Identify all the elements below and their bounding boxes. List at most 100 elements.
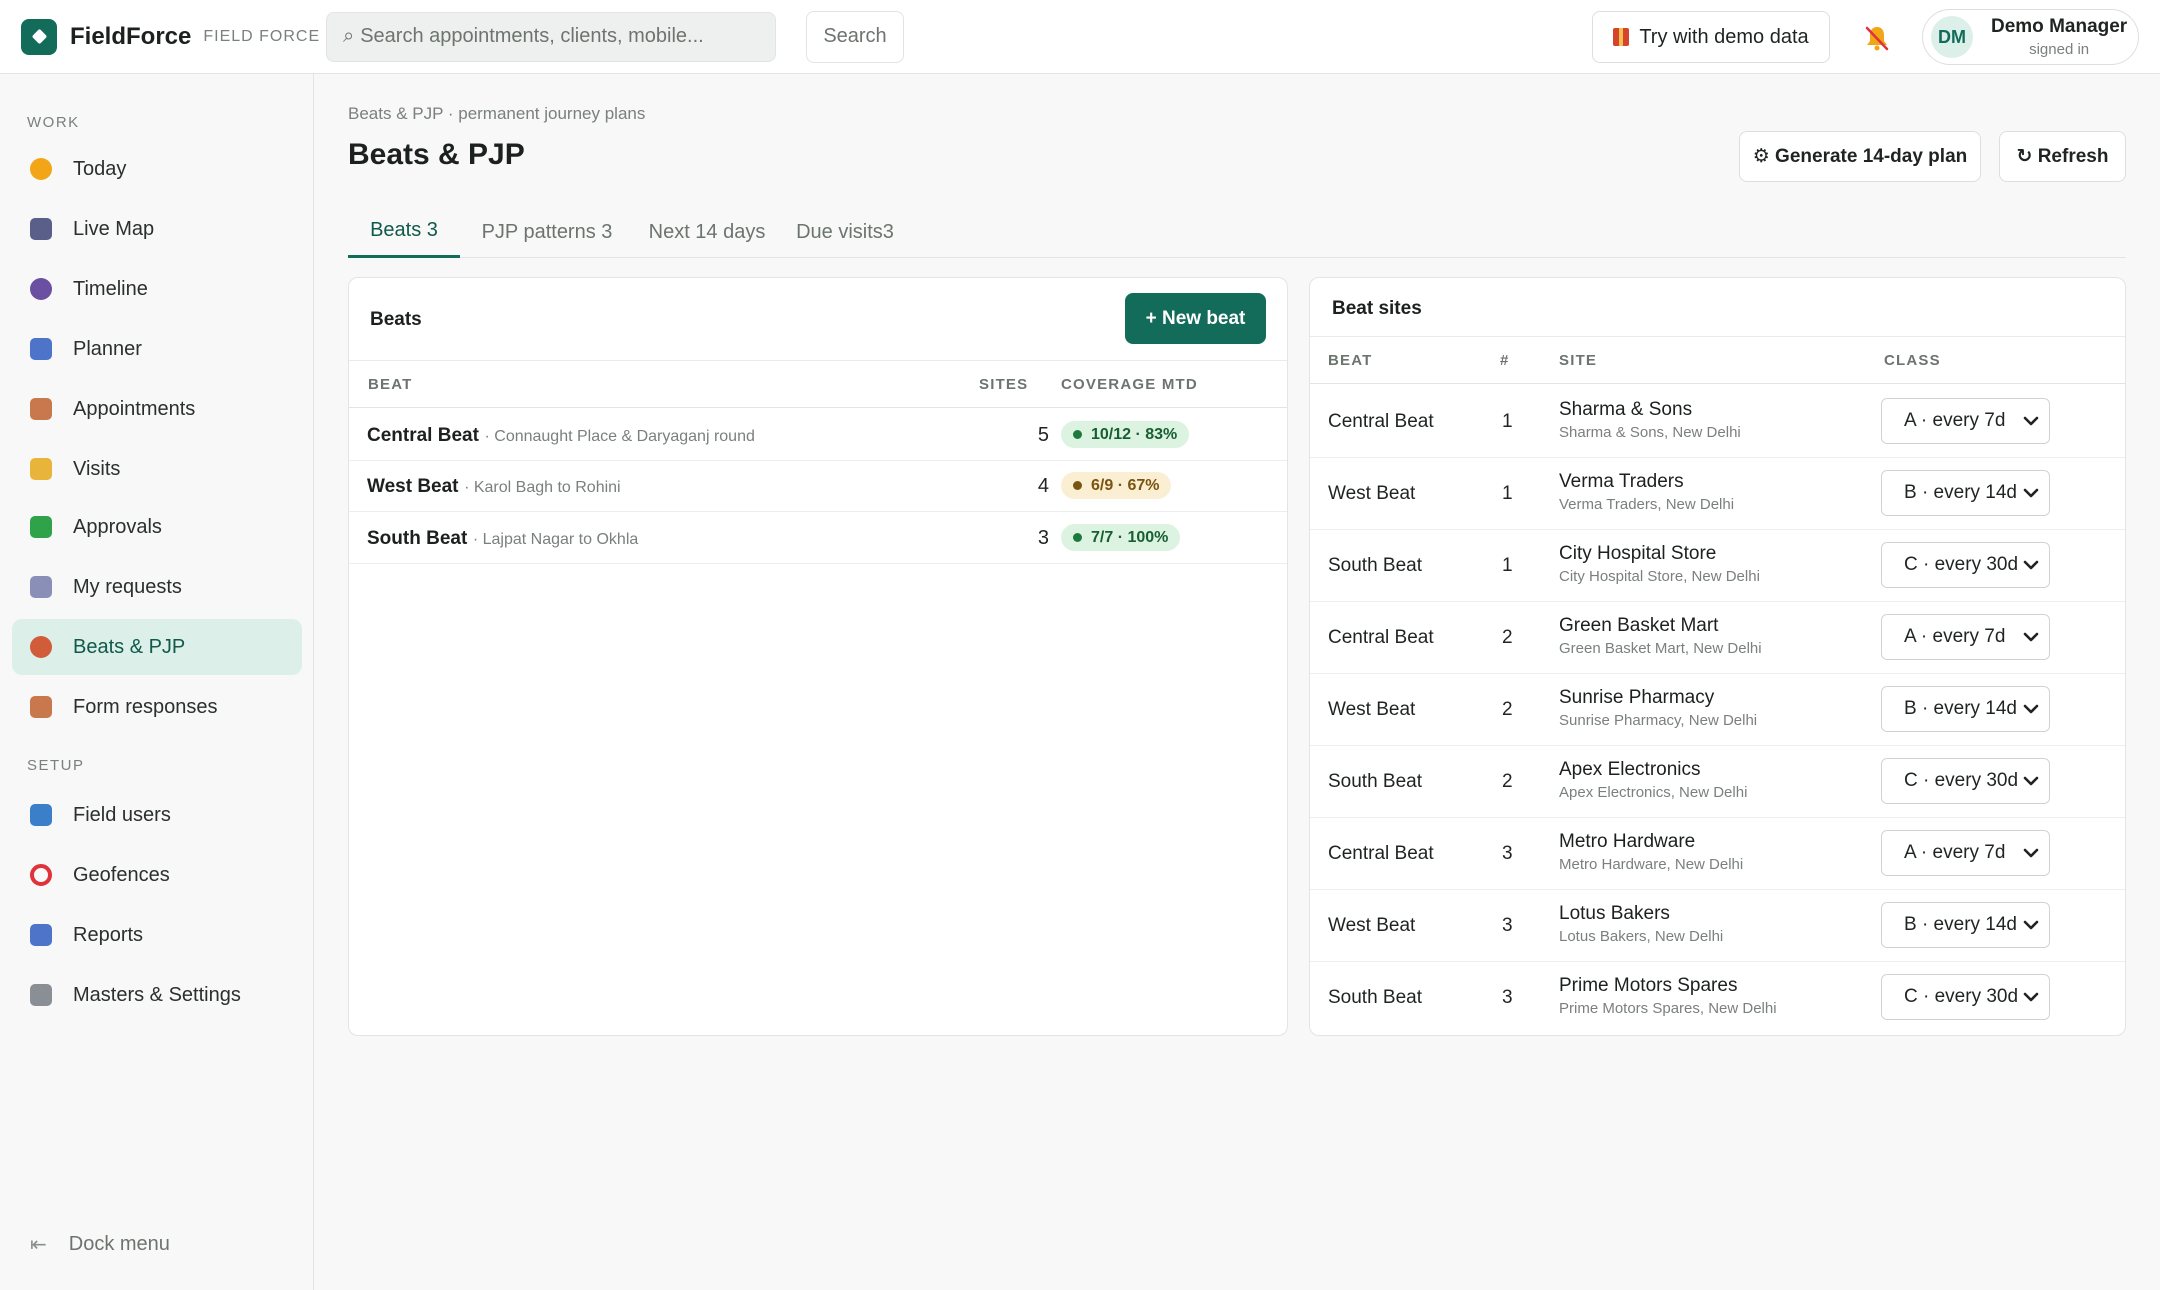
- beat-sites-count: 4: [1037, 475, 1049, 497]
- class-select[interactable]: A · every 7d: [1881, 830, 2050, 876]
- beats-table-row[interactable]: West Beat · Karol Bagh to Rohini 4 6/9 · 6…: [349, 460, 1287, 512]
- sidebar-item-label: Form responses: [73, 695, 218, 718]
- sidebar-item-visits[interactable]: Visits: [12, 441, 302, 497]
- sidebar-item-reports[interactable]: Reports: [12, 907, 302, 963]
- chevron-down-icon: [2023, 416, 2039, 426]
- user-status: signed in: [2029, 41, 2090, 58]
- sidebar-item-form-responses[interactable]: Form responses: [12, 679, 302, 735]
- beat-sites-table-row: South Beat 3 Prime Motors Spares Prime Moto…: [1310, 962, 2125, 1034]
- beats-table-row[interactable]: Central Beat · Connaught Place & Daryaga…: [349, 409, 1287, 461]
- beat-sites-table-row: West Beat 1 Verma Traders Verma Traders, Ne…: [1310, 458, 2125, 530]
- class-select[interactable]: B · every 14d: [1881, 686, 2050, 732]
- class-select-value: A · every 7d: [1904, 842, 2006, 863]
- class-select[interactable]: A · every 7d: [1881, 398, 2050, 444]
- generate-plan-button[interactable]: ⚙ Generate 14-day plan: [1739, 131, 1981, 182]
- notifications-off-icon[interactable]: [1863, 24, 1891, 52]
- class-select[interactable]: A · every 7d: [1881, 614, 2050, 660]
- refresh-button[interactable]: ↻ Refresh: [1999, 131, 2126, 182]
- chevron-down-icon: [2023, 776, 2039, 786]
- gift-icon: [1613, 28, 1630, 46]
- beat-name: Central Beat: [367, 425, 479, 446]
- site-beat-name: Central Beat: [1328, 843, 1434, 864]
- sidebar-item-live-map[interactable]: Live Map: [12, 201, 302, 257]
- site-order-number: 2: [1502, 771, 1513, 792]
- site-name: Lotus Bakers: [1559, 903, 1670, 924]
- user-name: Demo Manager: [1991, 16, 2128, 37]
- beats-table-row[interactable]: South Beat · Lajpat Nagar to Okhla 3 7/7 ·…: [349, 512, 1287, 564]
- sidebar-item-label: My requests: [73, 575, 182, 598]
- beat-sites-table-row: West Beat 3 Lotus Bakers Lotus Bakers, New …: [1310, 890, 2125, 962]
- col-class: CLASS: [1884, 352, 1941, 369]
- site-beat-name: Central Beat: [1328, 627, 1434, 648]
- col-number: #: [1500, 352, 1510, 369]
- col-beat: BEAT: [368, 376, 413, 393]
- brand[interactable]: FieldForce FIELD FORCE: [21, 18, 326, 55]
- sidebar-item-my-requests[interactable]: My requests: [12, 559, 302, 615]
- tab-due-visits[interactable]: Due visits3: [792, 206, 898, 258]
- class-select-value: B · every 14d: [1904, 698, 2017, 719]
- tab-bar: Beats 3 PJP patterns 3 Next 14 days Due …: [348, 206, 2126, 258]
- beat-sites-card-title: Beat sites: [1332, 298, 1422, 319]
- site-beat-name: South Beat: [1328, 987, 1423, 1008]
- sidebar-item-label: Live Map: [73, 217, 155, 240]
- sidebar-item-approvals[interactable]: Approvals: [12, 499, 302, 555]
- tab-beats[interactable]: Beats 3: [348, 206, 460, 258]
- sidebar-item-today[interactable]: Today: [12, 141, 302, 197]
- class-select[interactable]: B · every 14d: [1881, 902, 2050, 948]
- tab-next-14-days[interactable]: Next 14 days: [648, 206, 766, 258]
- sidebar-item-timeline[interactable]: Timeline: [12, 261, 302, 317]
- sidebar-item-label: Visits: [73, 457, 121, 480]
- sidebar-item-beats-pjp[interactable]: Beats & PJP: [12, 619, 302, 675]
- sun-icon: [30, 158, 52, 180]
- demo-data-button[interactable]: Try with demo data: [1592, 11, 1830, 63]
- site-beat-name: West Beat: [1328, 699, 1416, 720]
- beat-sites-table-row: South Beat 2 Apex Electronics Apex Electron…: [1310, 746, 2125, 818]
- beat-name: West Beat: [367, 476, 459, 497]
- beat-description: · Connaught Place & Daryaganj round: [484, 428, 755, 445]
- site-address: Sharma & Sons, New Delhi: [1559, 424, 1741, 441]
- sidebar-item-planner[interactable]: Planner: [12, 321, 302, 377]
- site-order-number: 2: [1502, 627, 1513, 648]
- beat-sites-count: 5: [1037, 424, 1049, 446]
- chevron-down-icon: [2023, 920, 2039, 930]
- stopwatch-icon: [30, 278, 52, 300]
- site-address: Verma Traders, New Delhi: [1559, 496, 1735, 513]
- breadcrumb: Beats & PJP · permanent journey plans: [348, 104, 646, 123]
- site-address: Green Basket Mart, New Delhi: [1559, 640, 1762, 657]
- dock-menu-button[interactable]: ⇤ Dock menu: [30, 1232, 170, 1257]
- class-select[interactable]: C · every 30d: [1881, 758, 2050, 804]
- site-address: Metro Hardware, New Delhi: [1559, 856, 1744, 873]
- search-input[interactable]: ⌕ Search appointments, clients, mobile..…: [326, 11, 776, 62]
- receipt-icon: [30, 576, 52, 598]
- beat-description: · Karol Bagh to Rohini: [464, 479, 621, 496]
- user-menu[interactable]: DM Demo Manager signed in: [1922, 9, 2139, 65]
- demo-data-label: Try with demo data: [1639, 25, 1809, 48]
- calendar-icon: [30, 338, 52, 360]
- sidebar-item-geofences[interactable]: Geofences: [12, 847, 302, 903]
- chevron-down-icon: [2023, 560, 2039, 570]
- tab-pjp-patterns[interactable]: PJP patterns 3: [472, 206, 622, 258]
- sidebar-item-field-users[interactable]: Field users: [12, 787, 302, 843]
- site-order-number: 2: [1502, 699, 1513, 720]
- sidebar-item-masters-settings[interactable]: Masters & Settings: [12, 967, 302, 1023]
- beat-sites-table-row: Central Beat 1 Sharma & Sons Sharma & Sons,…: [1310, 386, 2125, 458]
- site-beat-name: West Beat: [1328, 483, 1416, 504]
- chevron-down-icon: [2023, 992, 2039, 1002]
- page-title: Beats & PJP: [348, 138, 525, 171]
- site-address: Sunrise Pharmacy, New Delhi: [1559, 712, 1758, 729]
- class-select[interactable]: C · every 30d: [1881, 974, 2050, 1020]
- status-dot-icon: [1073, 430, 1082, 439]
- site-name: Apex Electronics: [1559, 759, 1701, 780]
- sidebar-item-appointments[interactable]: Appointments: [12, 381, 302, 437]
- class-select[interactable]: B · every 14d: [1881, 470, 2050, 516]
- class-select[interactable]: C · every 30d: [1881, 542, 2050, 588]
- chevron-down-icon: [2023, 632, 2039, 642]
- site-order-number: 3: [1502, 843, 1513, 864]
- site-beat-name: South Beat: [1328, 771, 1423, 792]
- new-beat-button[interactable]: + New beat: [1125, 293, 1266, 344]
- class-select-value: A · every 7d: [1904, 626, 2006, 647]
- satellite-icon: [30, 218, 52, 240]
- search-button[interactable]: Search: [806, 10, 904, 63]
- site-address: Lotus Bakers, New Delhi: [1559, 928, 1724, 945]
- site-order-number: 1: [1502, 555, 1513, 576]
